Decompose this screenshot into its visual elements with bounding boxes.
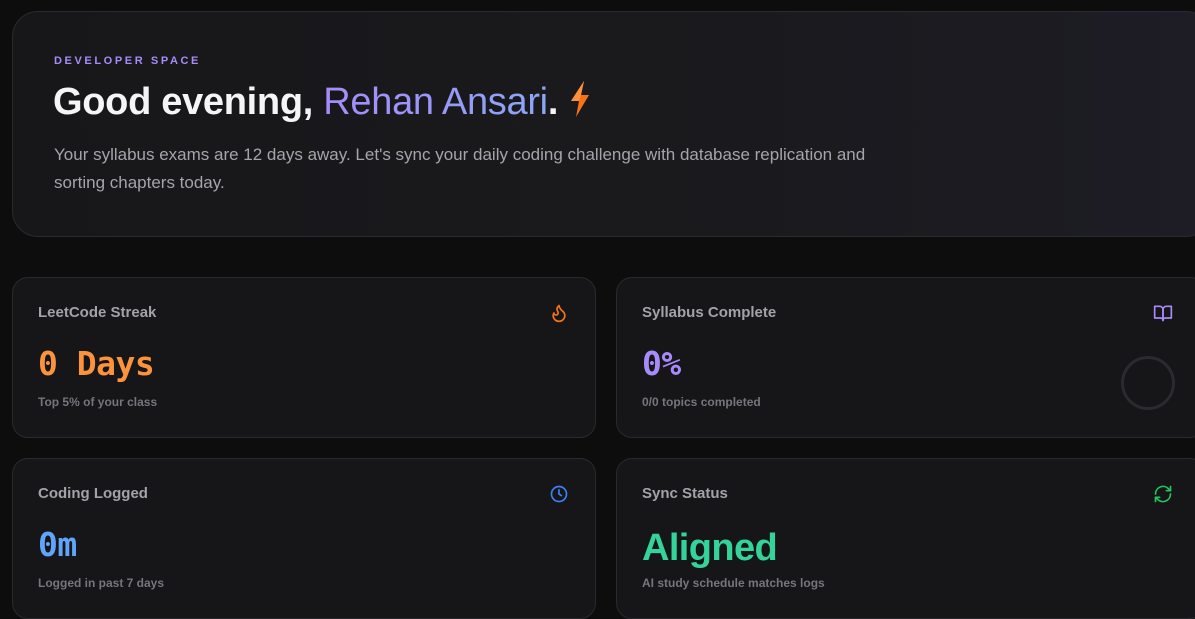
syllabus-percent-value: 0% [642, 344, 681, 383]
card-title: Syllabus Complete [642, 304, 777, 321]
card-caption: Top 5% of your class [38, 395, 158, 409]
sync-status-card[interactable]: Sync Status Aligned AI study schedule ma… [616, 458, 1195, 619]
banner-subtitle: Your syllabus exams are 12 days away. Le… [54, 145, 866, 192]
card-title: Sync Status [642, 485, 728, 502]
lightning-bolt-icon [568, 80, 592, 128]
card-caption: AI study schedule matches logs [642, 576, 825, 590]
leetcode-streak-card[interactable]: LeetCode Streak 0 Days Top 5% of your cl… [12, 277, 596, 438]
clock-icon [549, 484, 569, 504]
book-open-icon [1153, 303, 1173, 323]
greeting-heading: Good evening, Rehan Ansari. [53, 80, 592, 128]
progress-ring [1121, 356, 1175, 410]
coding-logged-card[interactable]: Coding Logged 0m Logged in past 7 days [12, 458, 596, 619]
card-caption: 0/0 topics completed [642, 395, 761, 409]
greeting-prefix: Good evening, [53, 81, 324, 123]
card-title: LeetCode Streak [38, 304, 157, 321]
section-eyebrow: DEVELOPER SPACE [54, 55, 201, 67]
card-title: Coding Logged [38, 485, 148, 502]
flame-icon [549, 303, 569, 323]
card-caption: Logged in past 7 days [38, 576, 165, 590]
streak-value: 0 Days [38, 344, 155, 383]
greeting-suffix: . [547, 81, 559, 123]
user-name: Rehan Ansari [323, 81, 548, 123]
syllabus-complete-card[interactable]: Syllabus Complete 0% 0/0 topics complete… [616, 277, 1195, 438]
refresh-icon[interactable] [1153, 484, 1173, 504]
coding-time-value: 0m [38, 525, 77, 564]
welcome-banner: DEVELOPER SPACE Good evening, Rehan Ansa… [12, 11, 1195, 237]
dashboard-page: DEVELOPER SPACE Good evening, Rehan Ansa… [0, 0, 1195, 619]
sync-status-value: Aligned [642, 527, 778, 569]
